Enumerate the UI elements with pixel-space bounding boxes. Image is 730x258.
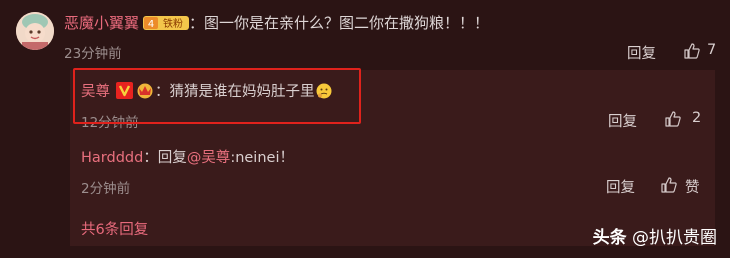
reply-text-suffix: :neinei！ xyxy=(230,150,294,166)
watermark-brand: 头条 xyxy=(592,228,627,248)
thumbs-up-icon[interactable] xyxy=(683,42,701,60)
reply-time: 2分钟前 xyxy=(81,181,131,197)
comment-time: 23分钟前 xyxy=(64,46,122,62)
reply-button[interactable]: 回复 xyxy=(627,42,656,63)
fan-badge: 4 铁粉 xyxy=(143,15,190,31)
avatar[interactable] xyxy=(16,12,54,50)
fan-badge-text: 铁粉 xyxy=(163,17,183,30)
like-count: 2 xyxy=(692,110,702,126)
reply-button[interactable]: 回复 xyxy=(606,176,635,197)
more-replies-link[interactable]: 共6条回复 xyxy=(81,218,148,239)
like-label[interactable]: 赞 xyxy=(685,176,700,197)
mention-link[interactable]: @吴尊 xyxy=(187,150,231,166)
highlight-box xyxy=(73,68,361,124)
thumbs-up-icon[interactable] xyxy=(664,110,682,128)
reply-text-prefix: ：回复 xyxy=(143,150,187,166)
like-count: 7 xyxy=(707,42,717,58)
watermark-account: @扒扒贵圈 xyxy=(632,228,717,248)
reply-line: Hardddd：回复@吴尊:neinei！ xyxy=(81,148,294,168)
watermark: 头条 @扒扒贵圈 xyxy=(593,223,717,248)
top-comment: 恶魔小翼翼 4 铁粉 ：图一你是在亲什么？图二你在撒狗粮！！！ 23分钟前 回复 7 xyxy=(0,0,730,66)
fan-badge-level: 4 xyxy=(148,19,154,30)
reply-button[interactable]: 回复 xyxy=(608,110,637,131)
comment-text: ：图一你是在亲什么？图二你在撒狗粮！！！ xyxy=(189,14,490,32)
top-comment-line: 恶魔小翼翼 4 铁粉 ：图一你是在亲什么？图二你在撒狗粮！！！ xyxy=(64,13,489,33)
comment-username[interactable]: 恶魔小翼翼 xyxy=(64,14,139,32)
thumbs-up-icon[interactable] xyxy=(660,176,678,194)
reply-username[interactable]: Hardddd xyxy=(81,150,143,166)
